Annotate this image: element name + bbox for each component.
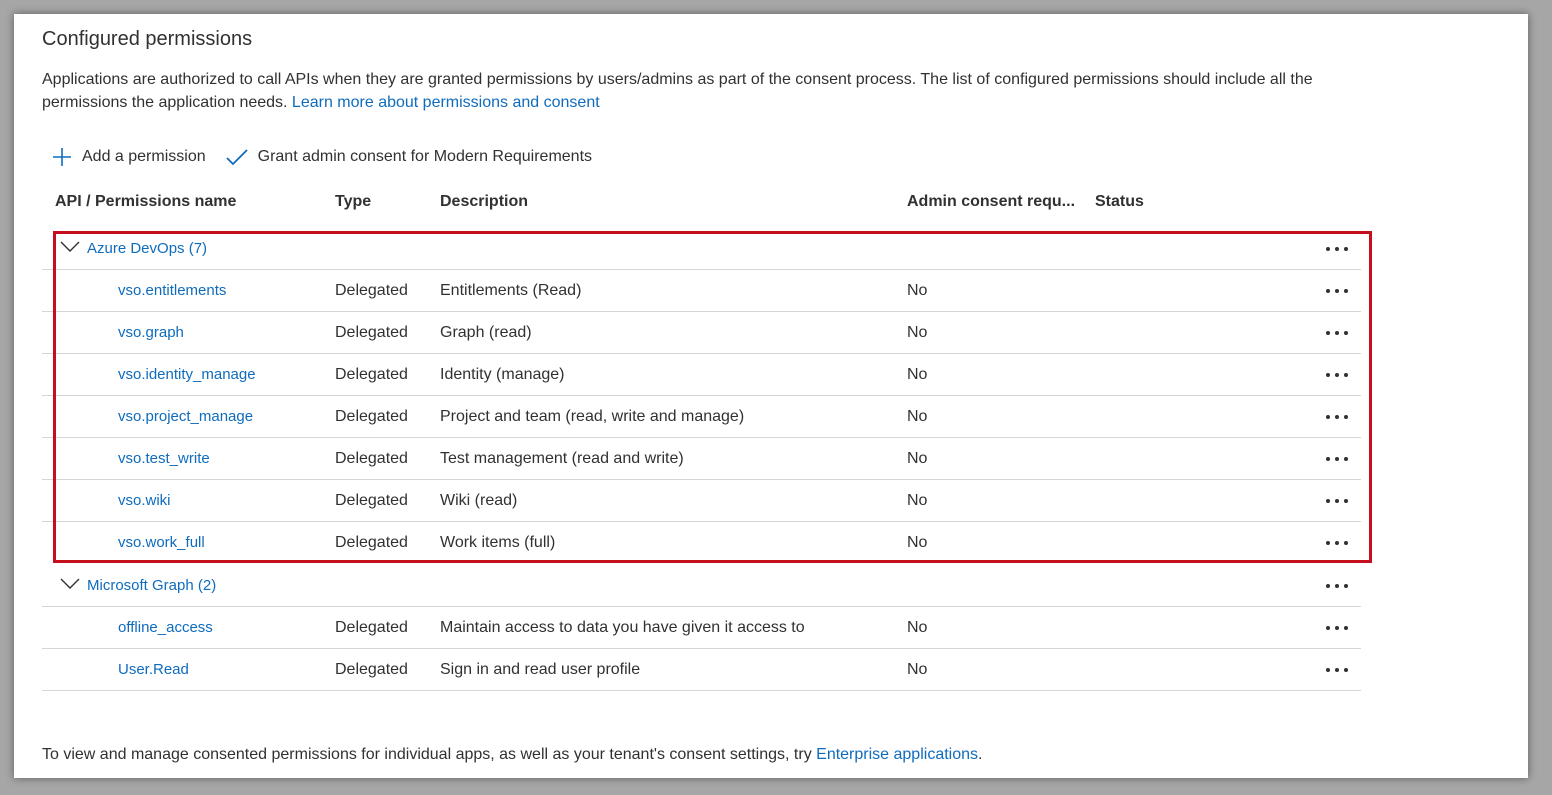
table-row: User.Read Delegated Sign in and read use… xyxy=(42,649,1361,691)
column-header-description[interactable]: Description xyxy=(440,193,528,211)
group-label[interactable]: Microsoft Graph (2) xyxy=(87,565,216,607)
table-row: vso.test_write Delegated Test management… xyxy=(42,438,1361,480)
more-options-icon[interactable] xyxy=(1323,404,1351,430)
checkmark-icon xyxy=(225,149,248,166)
admin-consent-value: No xyxy=(907,408,928,425)
permission-link[interactable]: vso.project_manage xyxy=(118,408,253,425)
plus-icon xyxy=(53,148,71,166)
toolbar: Add a permission Grant admin consent for… xyxy=(52,144,612,170)
permission-description: Wiki (read) xyxy=(440,492,518,509)
table-row: vso.project_manage Delegated Project and… xyxy=(42,396,1361,438)
permission-description: Identity (manage) xyxy=(440,366,565,383)
add-permission-label: Add a permission xyxy=(82,148,206,165)
learn-more-link[interactable]: Learn more about permissions and consent xyxy=(292,94,600,111)
permission-description: Project and team (read, write and manage… xyxy=(440,408,745,425)
admin-consent-value: No xyxy=(907,366,928,383)
permission-description: Sign in and read user profile xyxy=(440,661,641,678)
more-options-icon[interactable] xyxy=(1323,488,1351,514)
permission-description: Test management (read and write) xyxy=(440,450,684,467)
column-header-api-name[interactable]: API / Permissions name xyxy=(55,193,236,211)
grant-admin-consent-button[interactable]: Grant admin consent for Modern Requireme… xyxy=(225,148,593,166)
column-header-type[interactable]: Type xyxy=(335,193,371,211)
permission-type: Delegated xyxy=(335,661,408,678)
chevron-down-icon[interactable] xyxy=(60,241,80,253)
admin-consent-value: No xyxy=(907,282,928,299)
page-description: Applications are authorized to call APIs… xyxy=(42,68,1362,114)
table-row: vso.identity_manage Delegated Identity (… xyxy=(42,354,1361,396)
group-row-azure-devops[interactable]: Azure DevOps (7) xyxy=(42,228,1361,270)
admin-consent-value: No xyxy=(907,619,928,636)
more-options-icon[interactable] xyxy=(1323,446,1351,472)
permission-type: Delegated xyxy=(335,282,408,299)
admin-consent-value: No xyxy=(907,492,928,509)
column-header-status[interactable]: Status xyxy=(1095,193,1144,211)
group-row-microsoft-graph[interactable]: Microsoft Graph (2) xyxy=(42,565,1361,607)
permission-type: Delegated xyxy=(335,408,408,425)
permission-type: Delegated xyxy=(335,619,408,636)
permission-type: Delegated xyxy=(335,366,408,383)
permission-link[interactable]: User.Read xyxy=(118,661,189,678)
enterprise-applications-link[interactable]: Enterprise applications xyxy=(816,746,978,763)
permission-type: Delegated xyxy=(335,324,408,341)
more-options-icon[interactable] xyxy=(1323,657,1351,683)
table-row: vso.work_full Delegated Work items (full… xyxy=(42,522,1361,564)
permission-link[interactable]: vso.test_write xyxy=(118,450,210,467)
description-text: Applications are authorized to call APIs… xyxy=(42,71,1313,111)
page-title: Configured permissions xyxy=(42,28,253,50)
permission-link[interactable]: vso.graph xyxy=(118,324,184,341)
admin-consent-value: No xyxy=(907,450,928,467)
footer-note: To view and manage consented permissions… xyxy=(42,746,982,764)
group-label[interactable]: Azure DevOps (7) xyxy=(87,228,207,270)
more-options-icon[interactable] xyxy=(1323,236,1351,262)
permission-type: Delegated xyxy=(335,492,408,509)
configured-permissions-panel: Configured permissions Applications are … xyxy=(14,14,1528,778)
admin-consent-value: No xyxy=(907,661,928,678)
more-options-icon[interactable] xyxy=(1323,320,1351,346)
permission-type: Delegated xyxy=(335,450,408,467)
admin-consent-value: No xyxy=(907,324,928,341)
permission-link[interactable]: offline_access xyxy=(118,619,213,636)
more-options-icon[interactable] xyxy=(1323,573,1351,599)
permission-link[interactable]: vso.entitlements xyxy=(118,282,226,299)
grant-admin-consent-label: Grant admin consent for Modern Requireme… xyxy=(257,148,593,165)
chevron-down-icon[interactable] xyxy=(60,578,80,590)
more-options-icon[interactable] xyxy=(1323,362,1351,388)
table-row: vso.wiki Delegated Wiki (read) No xyxy=(42,480,1361,522)
more-options-icon[interactable] xyxy=(1323,530,1351,556)
permission-link[interactable]: vso.identity_manage xyxy=(118,366,256,383)
permission-description: Maintain access to data you have given i… xyxy=(440,619,805,636)
table-row: offline_access Delegated Maintain access… xyxy=(42,607,1361,649)
admin-consent-value: No xyxy=(907,534,928,551)
add-permission-button[interactable]: Add a permission xyxy=(52,147,206,167)
permission-description: Work items (full) xyxy=(440,534,556,551)
permission-description: Entitlements (Read) xyxy=(440,282,582,299)
table-row: vso.entitlements Delegated Entitlements … xyxy=(42,270,1361,312)
column-header-admin-consent[interactable]: Admin consent requ... xyxy=(907,193,1075,211)
table-row: vso.graph Delegated Graph (read) No xyxy=(42,312,1361,354)
permission-type: Delegated xyxy=(335,534,408,551)
permission-link[interactable]: vso.wiki xyxy=(118,492,171,509)
permission-link[interactable]: vso.work_full xyxy=(118,534,205,551)
footer-text: To view and manage consented permissions… xyxy=(42,746,817,763)
more-options-icon[interactable] xyxy=(1323,615,1351,641)
permission-description: Graph (read) xyxy=(440,324,532,341)
more-options-icon[interactable] xyxy=(1323,278,1351,304)
footer-suffix: . xyxy=(978,746,983,763)
